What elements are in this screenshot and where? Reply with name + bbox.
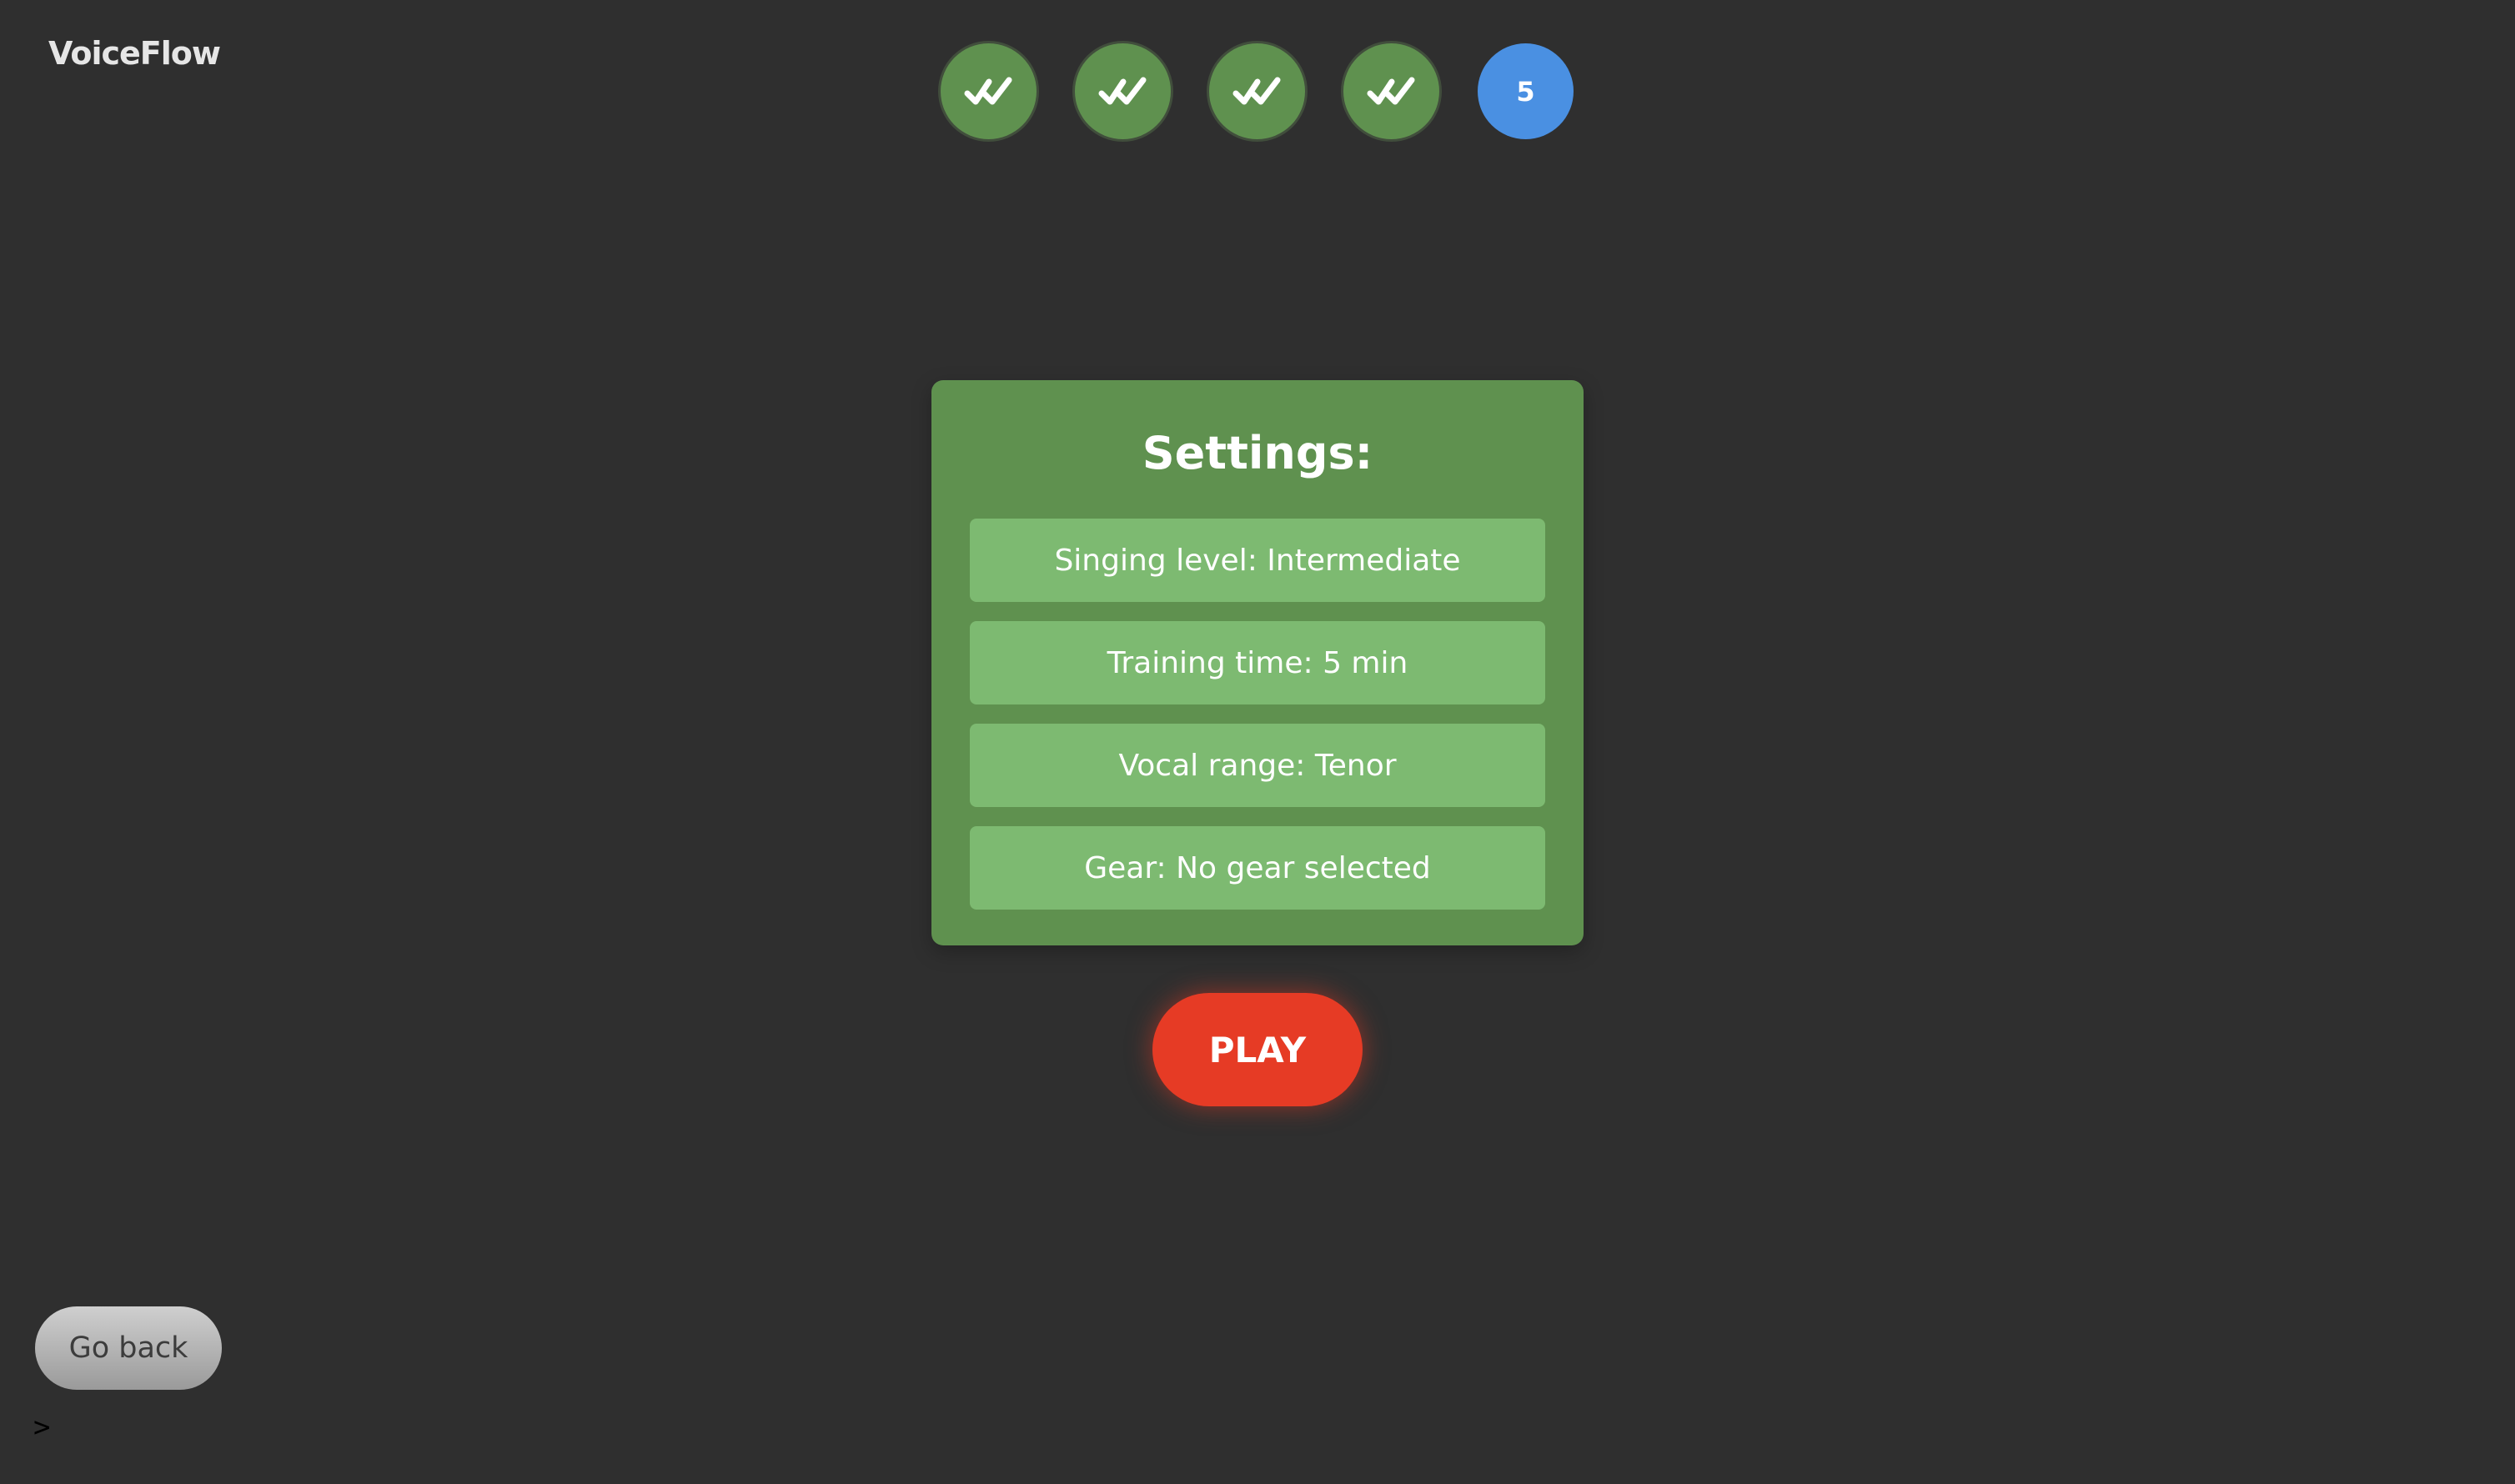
step-3-completed[interactable] — [1209, 43, 1305, 139]
settings-title: Settings: — [1142, 427, 1373, 479]
step-5-current[interactable]: 5 — [1478, 43, 1574, 139]
go-back-button[interactable]: Go back — [35, 1306, 222, 1390]
setting-singing-level[interactable]: Singing level: Intermediate — [970, 519, 1545, 602]
double-check-icon — [1367, 77, 1414, 104]
setting-gear[interactable]: Gear: No gear selected — [970, 826, 1545, 910]
double-check-icon — [964, 77, 1012, 104]
settings-panel: Settings: Singing level: Intermediate Tr… — [931, 380, 1584, 945]
console-prompt: > — [33, 1411, 51, 1444]
progress-steps: 5 — [941, 43, 1574, 139]
step-2-completed[interactable] — [1075, 43, 1171, 139]
play-button[interactable]: PLAY — [1152, 993, 1363, 1106]
app-logo: VoiceFlow — [48, 35, 221, 72]
step-4-completed[interactable] — [1343, 43, 1439, 139]
setting-vocal-range[interactable]: Vocal range: Tenor — [970, 724, 1545, 807]
setting-training-time[interactable]: Training time: 5 min — [970, 621, 1545, 704]
double-check-icon — [1232, 77, 1280, 104]
step-1-completed[interactable] — [941, 43, 1037, 139]
double-check-icon — [1098, 77, 1146, 104]
